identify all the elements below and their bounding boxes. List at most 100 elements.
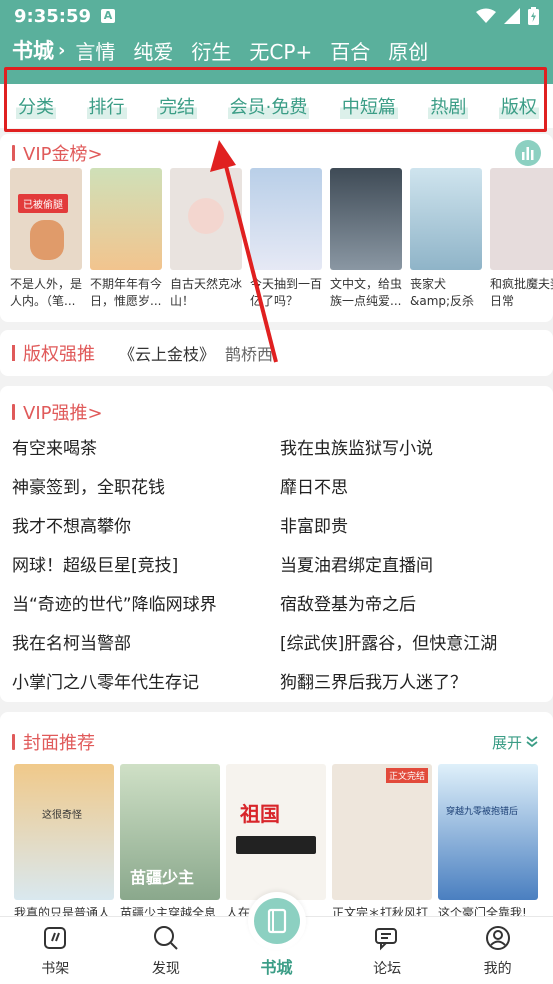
list-item[interactable]: 非富即贵 [280,512,548,537]
book-item[interactable]: 自古天然克冰山！ [170,168,242,310]
expand-button[interactable]: 展开 [492,732,539,753]
quick-nav-item[interactable]: 排行 [86,93,127,119]
genre-tab[interactable]: 纯爱 [133,36,173,65]
book-item[interactable]: 文中文，给虫族一点纯爱... [330,168,402,310]
book-item[interactable]: 不期年年有今日，惟愿岁... [90,168,162,310]
book-item[interactable]: 这很奇怪 我真的只是普通人 [14,764,114,921]
cover-rec-section: 封面推荐 展开 这很奇怪 我真的只是普通人 苗疆少主 苗疆少主穿越全息 祖国 人… [0,712,553,920]
status-time: 9:35:59 [14,5,92,27]
signal-icon [504,8,520,24]
list-item[interactable]: 我在名柯当警部 [12,629,280,654]
vip-push-list: 有空来喝茶 我在虫族监狱写小说 神豪签到，全职花钱 靡日不思 我才不想高攀你 非… [0,434,553,693]
copyright-book-author: 鹊桥西 [225,345,274,364]
book-item[interactable]: 正文完结 正文完＊打秋风打 [332,764,432,921]
section-marker [12,404,15,420]
list-item[interactable]: [综武侠]肝露谷，但快意江湖 [280,629,548,654]
book-item[interactable]: 和疯批魔夫妻日常 [490,168,553,310]
genre-tab[interactable]: 百合 [330,36,370,65]
book-item[interactable]: 苗疆少主 苗疆少主穿越全息 [120,764,220,921]
cover-rec-header: 封面推荐 展开 [0,712,553,756]
genre-tab[interactable]: 衍生 [191,36,231,65]
book-caption: 不是人外，是人内。（笔... [10,277,82,308]
genre-tab[interactable]: 无CP+ [249,36,312,65]
book-cover[interactable]: 这很奇怪 [14,764,114,900]
quick-nav-item[interactable]: 分类 [16,93,56,119]
section-marker [12,145,15,161]
list-item[interactable]: 神豪签到，全职花钱 [12,473,280,498]
genre-nav: 书城 › 言情 纯爱 衍生 无CP+ 百合 原创 [0,32,553,68]
book-cover[interactable] [490,168,553,270]
book-item[interactable]: 丧家犬&amp;反杀黑天鹅 [410,168,482,310]
copyright-book-title[interactable]: 《云上金枝》 [119,341,215,365]
copyright-push-section[interactable]: 版权强推 《云上金枝》 鹊桥西 [0,330,553,376]
list-item[interactable]: 靡日不思 [280,473,548,498]
cover-text: 苗疆少主 [130,868,195,887]
book-item[interactable]: 已被偷腿 不是人外，是人内。（笔... [10,168,82,310]
book-caption: 今天抽到一百亿了吗？ [250,277,322,308]
book-item[interactable]: 今天抽到一百亿了吗？ [250,168,322,310]
double-chevron-down-icon [526,736,538,748]
genre-tab[interactable]: 言情 [75,36,115,65]
chart-icon[interactable] [515,140,541,166]
list-item[interactable]: 当夏油君绑定直播间 [280,551,548,576]
book-list: 已被偷腿 不是人外，是人内。（笔... 不期年年有今日，惟愿岁... 自古天然克… [0,168,553,310]
book-caption: 和疯批魔夫妻日常 [490,277,553,308]
book-cover[interactable]: 祖国 [226,764,326,900]
list-item[interactable]: 有空来喝茶 [12,434,280,459]
book-caption: 丧家犬&amp;反杀黑天鹅 [410,277,475,308]
quick-nav-item[interactable]: 会员·免费 [227,93,310,119]
genre-tab[interactable]: 原创 [388,36,428,65]
list-item[interactable]: 我才不想高攀你 [12,512,280,537]
book-cover[interactable]: 苗疆少主 [120,764,220,900]
cover-text: 穿越九零被抱错后 [446,807,519,817]
section-marker [12,345,15,361]
cover-badge: 已被偷腿 [18,194,68,213]
tab-bookshelf[interactable]: 书架 [0,917,111,984]
bookstore-fab-inner [254,898,300,944]
section-title: VIP金榜> [23,144,103,165]
book-caption: 文中文，给虫族一点纯爱... [330,277,402,308]
tab-me[interactable]: 我的 [442,917,553,984]
list-item[interactable]: 狗翻三界后我万人迷了？ [280,668,548,693]
list-item[interactable]: 当“奇迹的世代”降临网球界 [12,590,280,615]
book-item[interactable]: 穿越九零被抱错后 这个豪门全靠我! [438,764,538,921]
vip-rank-header[interactable]: VIP金榜> [0,134,553,166]
quick-nav-item[interactable]: 版权 [498,93,539,119]
list-item[interactable]: 我在虫族监狱写小说 [280,434,548,459]
book-cover[interactable]: 已被偷腿 [10,168,82,270]
wifi-icon [476,8,496,23]
book-cover[interactable] [250,168,322,270]
list-item[interactable]: 宿敌登基为帝之后 [280,590,548,615]
tab-label: 发现 [151,961,180,977]
vip-push-header[interactable]: VIP强推> [0,386,553,426]
user-icon [485,926,510,950]
quick-nav-item[interactable]: 中短篇 [339,93,398,119]
section-marker [12,734,15,750]
book-icon [267,908,287,934]
quick-nav-item[interactable]: 完结 [157,93,198,119]
vip-rank-section: VIP金榜> 已被偷腿 不是人外，是人内。（笔... 不期年年有今日，惟愿岁..… [0,134,553,322]
page-title: 书城 [12,39,54,63]
bookshelf-icon [44,927,67,949]
bookstore-fab[interactable] [248,892,306,950]
book-caption: 自古天然克冰山！ [170,277,242,308]
tab-label: 书城 [260,958,293,977]
quick-nav-item[interactable]: 热剧 [428,93,469,119]
tab-discover[interactable]: 发现 [111,917,222,984]
book-cover[interactable] [170,168,242,270]
list-item[interactable]: 网球！超级巨星[竞技] [12,551,280,576]
vip-push-section: VIP强推> 有空来喝茶 我在虫族监狱写小说 神豪签到，全职花钱 靡日不思 我才… [0,386,553,702]
book-cover[interactable]: 穿越九零被抱错后 [438,764,538,900]
chat-icon [375,928,398,951]
chevron-right-icon[interactable]: › [58,40,65,61]
list-item[interactable]: 小掌门之八零年代生存记 [12,668,280,693]
tab-forum[interactable]: 论坛 [332,917,443,984]
book-caption: 不期年年有今日，惟愿岁... [90,277,162,308]
quick-nav: 分类 排行 完结 会员·免费 中短篇 热剧 版权 [0,84,553,128]
book-cover[interactable]: 正文完结 [332,764,432,900]
search-icon [153,926,178,950]
book-cover[interactable] [330,168,402,270]
book-cover[interactable] [410,168,482,270]
book-cover[interactable] [90,168,162,270]
section-title: 封面推荐 [23,733,95,754]
